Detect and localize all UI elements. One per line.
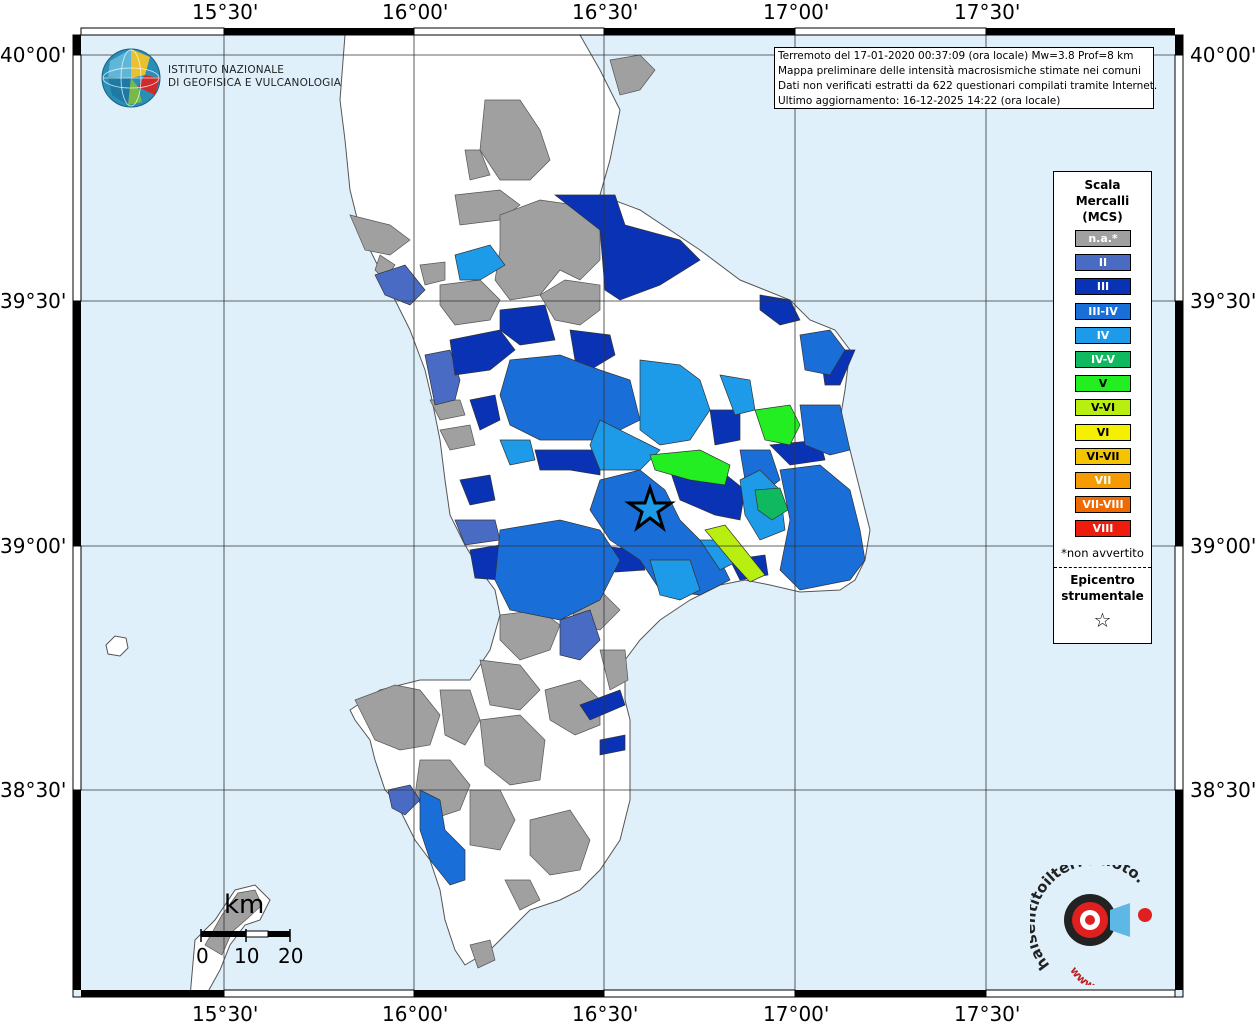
ingv-logo-text: ISTITUTO NAZIONALE DI GEOFISICA E VULCAN… <box>168 64 341 90</box>
legend-swatch-4: IV <box>1075 326 1131 344</box>
legend-swatch-11: VII-VIII <box>1075 496 1131 514</box>
legend-note: *non avvertito <box>1061 546 1144 560</box>
lat-label-right-4: 38°30' <box>1190 778 1255 802</box>
legend-epicentro-2: strumentale <box>1061 589 1144 603</box>
legend-title-1: Scala <box>1084 178 1121 192</box>
lon-label-bottom-1: 15°30' <box>192 1002 259 1026</box>
info-line-3: Dati non verificati estratti da 622 ques… <box>778 80 1158 92</box>
legend-swatch-6: V <box>1075 375 1131 393</box>
legend-swatch-10: VII <box>1075 472 1131 489</box>
lat-label-right-2: 39°30' <box>1190 289 1255 313</box>
lon-label-top-5: 17°30' <box>954 0 1021 24</box>
legend-swatch-3: III-IV <box>1075 302 1131 320</box>
legend-epicentro-1: Epicentro <box>1070 573 1135 587</box>
legend-title: Scala Mercalli (MCS) <box>1054 177 1151 225</box>
ingv-globe-icon <box>101 48 161 108</box>
info-line-1: Terremoto del 17-01-2020 00:37:09 (ora l… <box>778 50 1134 62</box>
scale-label-0: 0 <box>196 944 209 968</box>
legend: Scala Mercalli (MCS) n.a.* II III III-IV IV I… <box>1053 171 1152 644</box>
lon-label-bottom-4: 17°00' <box>763 1002 830 1026</box>
lon-label-top-3: 16°30' <box>572 0 639 24</box>
info-line-4: Ultimo aggiornamento: 16-12-2025 14:22 (… <box>778 95 1061 107</box>
legend-divider <box>1054 567 1151 568</box>
lat-label-left-2: 39°30' <box>0 289 67 313</box>
legend-swatch-2: III <box>1075 278 1131 296</box>
legend-swatch-7: V-VI <box>1075 399 1131 417</box>
lon-label-bottom-5: 17°30' <box>954 1002 1021 1026</box>
lon-label-top-4: 17°00' <box>763 0 830 24</box>
lon-label-bottom-3: 16°30' <box>572 1002 639 1026</box>
scale-bar <box>200 929 291 942</box>
lon-label-top-2: 16°00' <box>382 0 449 24</box>
lat-label-left-1: 40°00' <box>0 43 67 67</box>
legend-swatch-5: IV-V <box>1075 351 1131 368</box>
legend-epicentro: Epicentro strumentale <box>1054 572 1151 604</box>
legend-swatch-1: II <box>1075 254 1131 272</box>
ingv-logo-line2: DI GEOFISICA E VULCANOLOGIA <box>168 77 342 89</box>
legend-swatch-0: n.a.* <box>1075 230 1131 247</box>
ingv-logo-line1: ISTITUTO NAZIONALE <box>168 64 285 76</box>
legend-swatch-9: VI-VII <box>1075 447 1131 465</box>
lon-label-top-1: 15°30' <box>192 0 259 24</box>
legend-title-3: (MCS) <box>1082 210 1123 224</box>
lat-label-right-1: 40°00' <box>1190 43 1255 67</box>
svg-text:www.: www. <box>1067 964 1099 985</box>
legend-star-icon: ☆ <box>1093 608 1112 632</box>
info-line-2: Mappa preliminare delle intensità macros… <box>778 65 1141 77</box>
lon-label-bottom-2: 16°00' <box>382 1002 449 1026</box>
legend-swatch-8: VI <box>1075 423 1131 441</box>
hsit-logo-icon: haisentitoilterremoto.it www. <box>1030 865 1152 985</box>
hsit-logo-www: www. <box>1067 964 1099 985</box>
lat-label-left-3: 39°00' <box>0 534 67 558</box>
legend-swatch-12: VIII <box>1075 520 1131 538</box>
scale-unit: km <box>224 890 265 920</box>
scale-label-10: 10 <box>234 944 260 968</box>
info-box: Terremoto del 17-01-2020 00:37:09 (ora l… <box>774 47 1158 109</box>
scale-label-20: 20 <box>278 944 304 968</box>
legend-title-2: Mercalli <box>1075 194 1130 208</box>
lat-label-right-3: 39°00' <box>1190 534 1255 558</box>
lat-label-left-4: 38°30' <box>0 778 67 802</box>
